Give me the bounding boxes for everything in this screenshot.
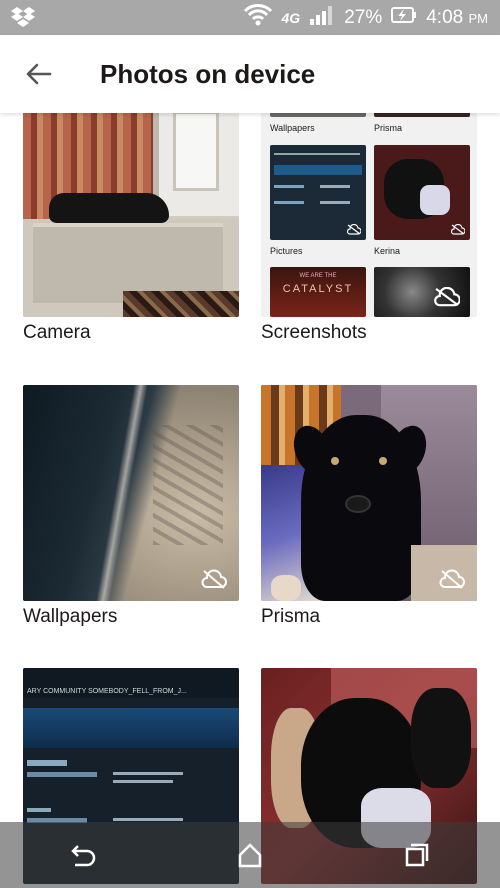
- collage-label: Prisma: [374, 123, 403, 133]
- collage-image: [374, 267, 470, 317]
- folder-prisma[interactable]: Prisma: [261, 385, 477, 645]
- folder-camera[interactable]: Camera: [23, 113, 239, 361]
- preview-header: ARY COMMUNITY SOMEBODY_FELL_FROM_J...: [27, 688, 187, 695]
- folder-label: Prisma: [261, 606, 321, 627]
- wifi-icon: [243, 2, 273, 33]
- recents-icon: [405, 843, 428, 867]
- folder-label: Screenshots: [261, 322, 367, 343]
- page-title: Photos on device: [100, 59, 316, 89]
- collage-image: [374, 145, 470, 240]
- folder-grid: Camera Wallpapers Prisma Pictures Kerina…: [0, 113, 500, 888]
- folder-thumbnail: [261, 385, 477, 601]
- collage-label: Pictures: [270, 246, 303, 256]
- app-bar: Photos on device: [0, 35, 500, 113]
- status-bar: 4G 27% 4:08 PM: [0, 0, 500, 35]
- dropbox-icon: [10, 6, 36, 33]
- collage-image: WE ARE THE CATALYST: [270, 267, 366, 317]
- folder-thumbnail: [23, 385, 239, 601]
- signal-icon: [309, 4, 335, 31]
- home-icon: [238, 843, 262, 868]
- nav-back-button[interactable]: [53, 830, 113, 880]
- arrow-back-icon: [26, 63, 52, 85]
- cloud-off-icon: [201, 569, 227, 589]
- navigation-bar: [0, 822, 500, 888]
- clock-time: 4:08: [426, 6, 464, 28]
- collage-image: [270, 113, 366, 117]
- clock: 4:08 PM: [426, 7, 488, 29]
- folder-label: Camera: [23, 322, 91, 343]
- folder-thumbnail: [23, 113, 239, 317]
- clock-ampm: PM: [468, 10, 489, 26]
- cloud-off-icon: [439, 569, 465, 589]
- battery-percent: 27%: [344, 6, 383, 28]
- collage-label: Kerina: [374, 246, 401, 256]
- folder-thumbnail: Wallpapers Prisma Pictures Kerina WE ARE…: [261, 113, 477, 317]
- folder-wallpapers[interactable]: Wallpapers: [23, 385, 239, 645]
- network-type: 4G: [281, 9, 301, 26]
- banner-text: CATALYST: [282, 283, 354, 295]
- nav-recents-button[interactable]: [387, 830, 447, 880]
- collage-image: [374, 113, 470, 117]
- nav-home-button[interactable]: [220, 830, 280, 880]
- collage-image: [270, 145, 366, 240]
- collage-label: Wallpapers: [270, 123, 315, 133]
- back-button[interactable]: [22, 57, 56, 91]
- folder-screenshots[interactable]: Wallpapers Prisma Pictures Kerina WE ARE…: [261, 113, 477, 361]
- battery-charging-icon: [391, 7, 417, 28]
- undo-back-icon: [71, 845, 96, 867]
- banner-small-text: WE ARE THE: [299, 273, 337, 279]
- folder-label: Wallpapers: [23, 606, 118, 627]
